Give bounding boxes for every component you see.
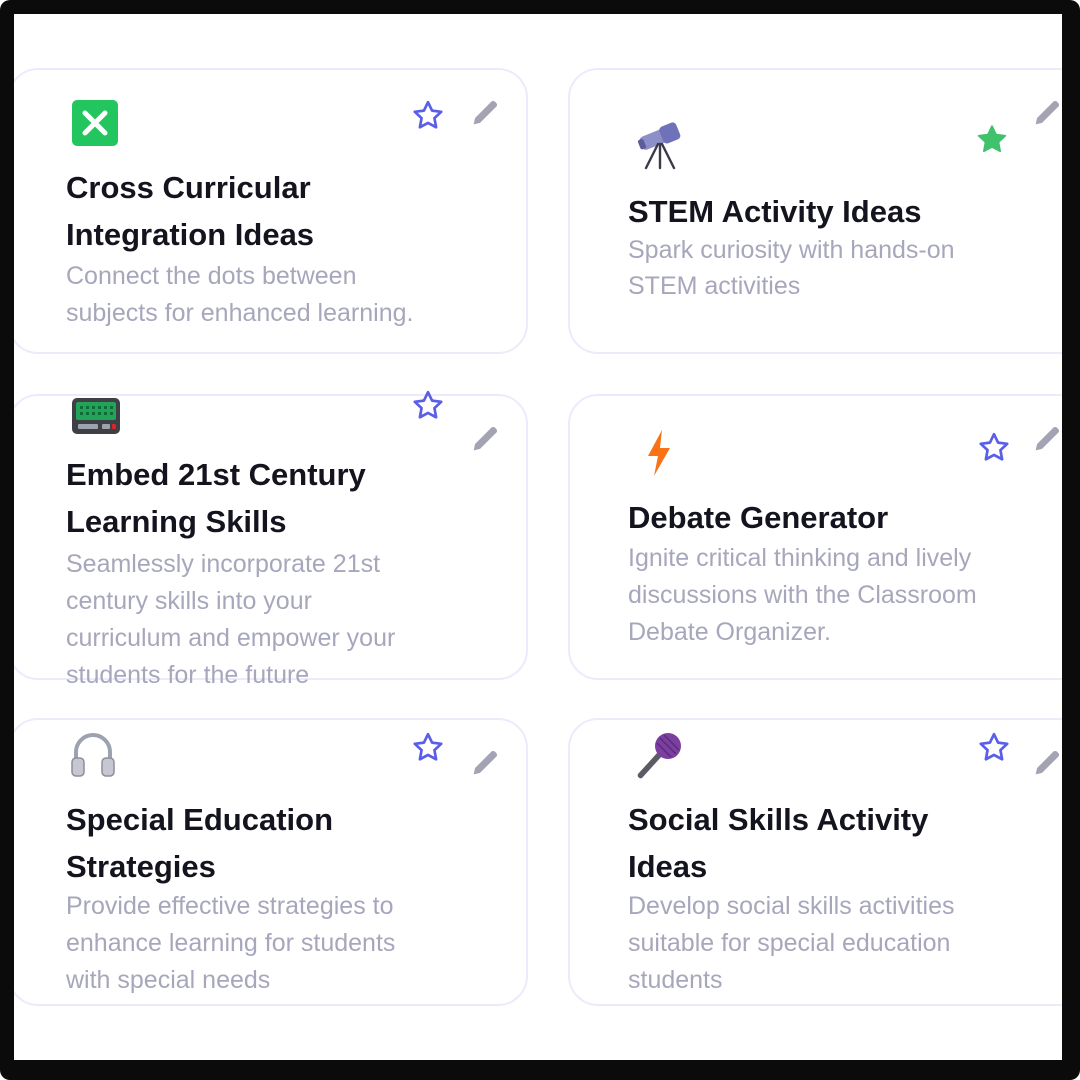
card-description: Seamlessly incorporate 21st century skill… [66,550,396,689]
star-outline-icon[interactable] [410,730,446,766]
star-filled-icon[interactable] [974,122,1010,158]
card-stem-activity[interactable]: STEM Activity Ideas Spark curiosity with… [568,68,1062,354]
card-special-education[interactable]: Special Education Strategies Provide effe… [14,718,528,1006]
card-title: Embed 21st Century Learning Skills [66,457,366,539]
tool-grid: Cross Curricular Integration Ideas Connec… [14,14,1062,1060]
edit-pencil-icon[interactable] [1030,96,1062,130]
star-outline-icon[interactable] [410,98,446,134]
card-title: Social Skills Activity Ideas [628,802,929,884]
card-social-skills[interactable]: Social Skills Activity Ideas Develop soci… [568,718,1062,1006]
card-title: Special Education Strategies [66,802,334,884]
card-description: Spark curiosity with hands-on STEM activi… [628,236,955,300]
card-title: STEM Activity Ideas [628,194,922,229]
card-21st-century-skills[interactable]: Embed 21st Century Learning Skills Seamle… [14,390,528,689]
star-outline-icon[interactable] [976,730,1012,766]
edit-pencil-icon[interactable] [468,422,502,456]
card-description: Ignite critical thinking and lively discu… [628,544,977,646]
card-title: Cross Curricular Integration Ideas [66,170,315,252]
star-outline-icon[interactable] [976,430,1012,466]
cross-mark-icon [72,100,118,146]
edit-pencil-icon[interactable] [1030,746,1062,780]
lightning-icon [648,430,670,476]
card-description: Develop social skills activities suitable… [628,892,955,994]
edit-pencil-icon[interactable] [468,746,502,780]
edit-pencil-icon[interactable] [1030,422,1062,456]
card-cross-curricular[interactable]: Cross Curricular Integration Ideas Connec… [14,68,528,354]
star-outline-icon[interactable] [410,388,446,424]
keyboard-device-icon [72,398,120,434]
edit-pencil-icon[interactable] [468,96,502,130]
microphone-icon [637,733,681,779]
headphones-icon [71,733,115,777]
card-description: Provide effective strategies to enhance l… [66,892,396,994]
card-title: Debate Generator [628,500,889,535]
card-debate-generator[interactable]: Debate Generator Ignite critical thinkin… [568,394,1062,680]
card-description: Connect the dots between subjects for enh… [66,262,414,327]
telescope-icon [637,122,681,170]
